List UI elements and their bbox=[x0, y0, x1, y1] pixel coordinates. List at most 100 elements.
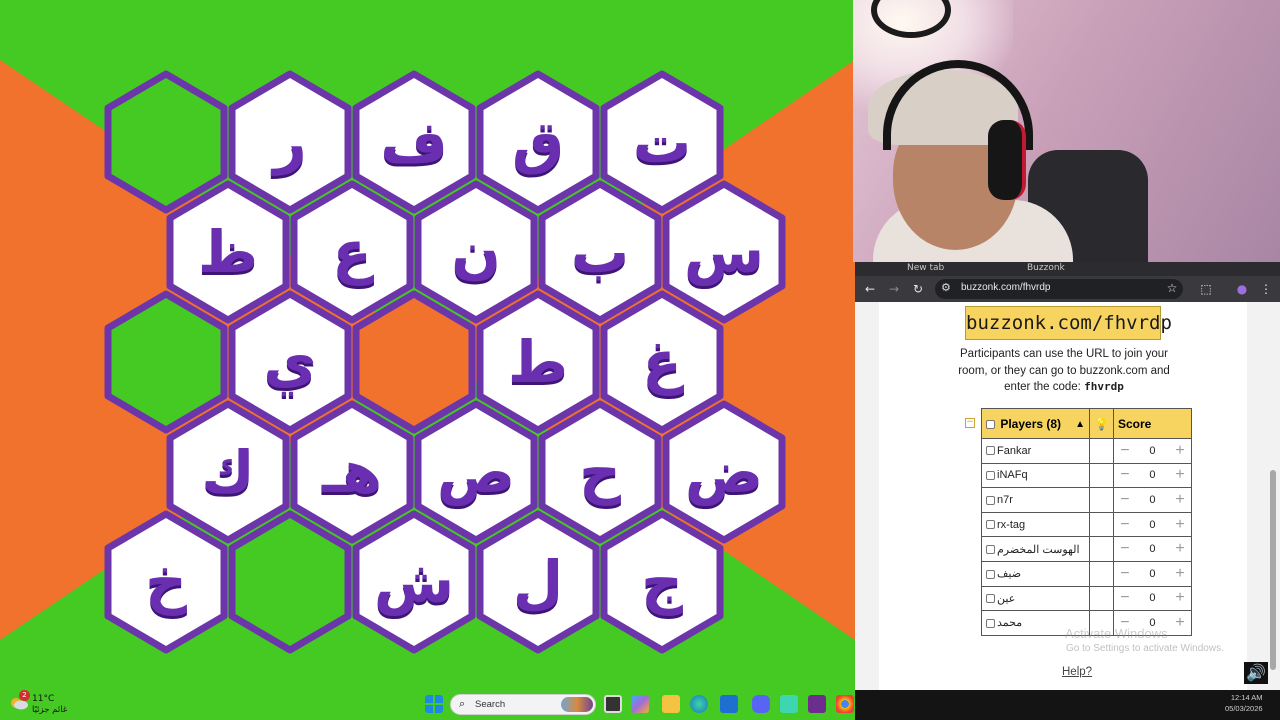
select-all-checkbox[interactable] bbox=[986, 419, 995, 429]
player-name: محمد bbox=[997, 617, 1023, 630]
score-cell: − 0 + bbox=[1112, 487, 1193, 513]
player-score: 0 bbox=[1149, 567, 1156, 580]
collapse-toggle[interactable]: − bbox=[965, 418, 975, 428]
room-url-banner: buzzonk.com/fhvrdp bbox=[965, 306, 1172, 340]
players-body: Fankar −0 + iNAFq −0 + n7r −0 + rx-tag −0 + الهوست ا… bbox=[981, 438, 1193, 636]
speaker-icon[interactable]: 🔊 bbox=[1244, 662, 1268, 684]
plus-icon[interactable]: + bbox=[1173, 565, 1187, 582]
minus-icon[interactable]: − bbox=[1118, 442, 1132, 459]
search-icon: ⌕ bbox=[459, 697, 466, 710]
buzz-cell bbox=[1089, 511, 1114, 538]
hex-cell[interactable]: خ bbox=[104, 510, 228, 654]
store-icon[interactable] bbox=[720, 695, 738, 713]
score-cell: − 0 + bbox=[1112, 462, 1193, 489]
task-view-icon[interactable] bbox=[604, 695, 622, 713]
player-score: 0 bbox=[1149, 592, 1156, 605]
plus-icon[interactable]: + bbox=[1173, 491, 1187, 508]
activate-windows-title: Activate Windows bbox=[1065, 626, 1168, 641]
plus-icon[interactable]: + bbox=[1173, 516, 1187, 533]
tab-new-tab[interactable]: New tab bbox=[885, 262, 944, 276]
scrollbar-thumb[interactable] bbox=[1270, 470, 1276, 670]
system-clock[interactable]: 12:14 AM 05/03/2026 bbox=[1225, 692, 1263, 714]
player-name: n7r bbox=[997, 493, 1013, 506]
taskbar-search[interactable]: ⌕ Search bbox=[450, 694, 596, 715]
address-bar[interactable]: ⚙ buzzonk.com/fhvrdp bbox=[935, 279, 1183, 299]
player-row: rx-tag − 0 + bbox=[981, 511, 1193, 538]
forward-icon[interactable]: → bbox=[885, 280, 903, 298]
player-checkbox[interactable] bbox=[986, 545, 995, 555]
game-app-icon[interactable] bbox=[808, 695, 826, 713]
weather-badge: 2 bbox=[19, 690, 30, 701]
address-url: buzzonk.com/fhvrdp bbox=[961, 282, 1051, 293]
buzz-cell bbox=[1089, 462, 1114, 489]
players-table: Players (8) ▲ 💡 Score Fankar −0 + iNAFq −0 + n… bbox=[981, 408, 1193, 636]
player-checkbox[interactable] bbox=[986, 594, 995, 604]
buzz-cell bbox=[1089, 438, 1114, 464]
score-cell: − 0 + bbox=[1112, 511, 1193, 538]
join-line-3: enter the code: bbox=[1004, 381, 1085, 393]
buzz-cell bbox=[1089, 585, 1114, 612]
taskbar-search-label: Search bbox=[475, 699, 506, 710]
player-checkbox[interactable] bbox=[986, 569, 995, 579]
sort-up-icon[interactable]: ▲ bbox=[1075, 419, 1085, 430]
widgets-icon[interactable] bbox=[631, 695, 649, 713]
score-header[interactable]: Score bbox=[1112, 408, 1193, 439]
minus-icon[interactable]: − bbox=[1118, 590, 1132, 606]
minus-icon[interactable]: − bbox=[1118, 467, 1132, 483]
player-checkbox[interactable] bbox=[986, 495, 995, 505]
player-name-cell: الهوست المخضرم bbox=[981, 536, 1090, 562]
minus-icon[interactable]: − bbox=[1118, 516, 1132, 533]
hex-cell[interactable]: ل bbox=[476, 510, 600, 654]
help-link[interactable]: Help? bbox=[1062, 666, 1092, 678]
hex-letter: ج bbox=[641, 548, 683, 616]
hex-cell[interactable] bbox=[228, 510, 352, 654]
windows-start-icon[interactable] bbox=[425, 695, 443, 713]
weather-condition: غائم جزئيًا bbox=[32, 705, 68, 715]
players-header[interactable]: Players (8) ▲ bbox=[981, 408, 1090, 439]
minus-icon[interactable]: − bbox=[1118, 565, 1132, 582]
game-board: ر ف ق ت ظ ع ن ب س ي ط غ ك هـ ص ح ض خ ش ل ج bbox=[0, 0, 855, 720]
minus-icon[interactable]: − bbox=[1118, 491, 1132, 508]
profile-avatar[interactable]: ● bbox=[1233, 280, 1251, 298]
minus-icon[interactable]: − bbox=[1118, 541, 1132, 557]
activate-windows-subtitle: Go to Settings to activate Windows. bbox=[1066, 643, 1224, 654]
plus-icon[interactable]: + bbox=[1173, 442, 1187, 459]
hex-letter: ل bbox=[512, 548, 564, 616]
plus-icon[interactable]: + bbox=[1173, 467, 1187, 483]
player-score: 0 bbox=[1149, 518, 1156, 531]
plus-icon[interactable]: + bbox=[1173, 614, 1187, 631]
player-checkbox[interactable] bbox=[986, 446, 995, 456]
player-checkbox[interactable] bbox=[986, 619, 995, 629]
player-score: 0 bbox=[1149, 469, 1156, 482]
player-name-cell: ضيف bbox=[981, 560, 1090, 587]
player-checkbox[interactable] bbox=[986, 470, 995, 480]
site-info-icon[interactable]: ⚙ bbox=[941, 281, 951, 294]
buzz-cell bbox=[1089, 560, 1114, 587]
plus-icon[interactable]: + bbox=[1173, 541, 1187, 557]
reload-icon[interactable]: ↻ bbox=[909, 280, 927, 298]
discord-icon[interactable] bbox=[752, 695, 770, 713]
tab-buzzonk[interactable]: Buzzonk bbox=[1005, 262, 1065, 276]
menu-icon[interactable]: ⋮ bbox=[1257, 280, 1275, 298]
buzz-column-header: 💡 bbox=[1089, 408, 1114, 439]
page-scrollbar[interactable] bbox=[1269, 302, 1277, 690]
join-instructions: Participants can use the URL to join you… bbox=[951, 346, 1177, 396]
clock-time: 12:14 AM bbox=[1230, 693, 1263, 702]
bookmark-star-icon[interactable]: ☆ bbox=[1163, 279, 1181, 297]
back-icon[interactable]: ← bbox=[861, 280, 879, 298]
web-page: buzzonk.com/fhvrdp Participants can use … bbox=[879, 302, 1247, 690]
app-icon[interactable] bbox=[780, 695, 798, 713]
search-highlight-image bbox=[561, 697, 593, 712]
score-cell: − 0 + bbox=[1112, 585, 1193, 612]
hex-cell[interactable]: ش bbox=[352, 510, 476, 654]
edge-icon[interactable] bbox=[690, 695, 708, 713]
player-checkbox[interactable] bbox=[986, 520, 995, 530]
hex-cell[interactable]: ج bbox=[600, 510, 724, 654]
player-row: الهوست المخضرم − 0 + bbox=[981, 536, 1193, 562]
plus-icon[interactable]: + bbox=[1173, 590, 1187, 606]
extensions-icon[interactable]: ⬚ bbox=[1197, 280, 1215, 298]
player-score: 0 bbox=[1149, 543, 1156, 556]
join-line-2: room, or they can go to buzzonk.com and bbox=[958, 364, 1170, 377]
file-explorer-icon[interactable] bbox=[662, 695, 680, 713]
chrome-icon[interactable] bbox=[836, 695, 854, 713]
